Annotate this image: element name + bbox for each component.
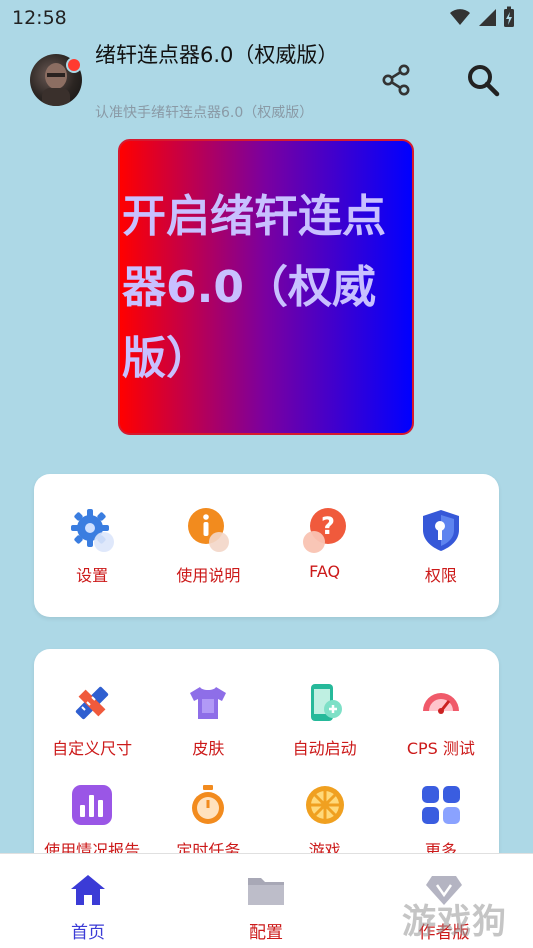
bottom-nav: 首页 配置 作者版 游戏狗 [0, 853, 533, 948]
instructions-label: 使用说明 [176, 566, 241, 585]
stopwatch-icon [192, 785, 225, 824]
status-bar: 12:58 [0, 0, 533, 36]
skin-item[interactable]: 皮肤 [150, 679, 266, 759]
quick-actions-card: 设置 使用说明 ? FAQ 权限 [34, 474, 499, 617]
tshirt-icon [190, 687, 227, 719]
app-subtitle: 认准快手绪轩连点器6.0（权威版） [95, 105, 314, 121]
custom-size-label: 自定义尺寸 [52, 739, 133, 758]
wifi-icon [450, 9, 470, 25]
ruler-pencil-icon [75, 686, 109, 720]
folder-icon [248, 878, 284, 905]
auto-start-item[interactable]: 自动启动 [267, 679, 383, 759]
wheel-icon [305, 786, 344, 824]
signal-icon [479, 9, 496, 26]
cps-test-label: CPS 测试 [406, 739, 475, 758]
gear-icon [71, 509, 115, 552]
cps-test-item[interactable]: CPS 测试 [383, 679, 499, 759]
start-clicker-button[interactable]: 开启绪轩连点器6.0（权威版） [118, 139, 414, 435]
skin-label: 皮肤 [192, 739, 225, 758]
grid-icon [421, 786, 460, 824]
bar-chart-icon [72, 785, 113, 825]
app-title: 绪轩连点器6.0（权威版） [95, 43, 339, 67]
nav-config[interactable]: 配置 [206, 854, 326, 948]
question-icon: ? [302, 508, 346, 553]
share-button[interactable] [376, 60, 416, 100]
more-item[interactable]: 更多 [383, 781, 499, 861]
nav-home[interactable]: 首页 [28, 854, 148, 948]
share-icon [382, 64, 410, 96]
game-item[interactable]: 游戏 [267, 781, 383, 861]
faq-label: FAQ [309, 562, 341, 581]
shield-key-icon [422, 510, 459, 551]
speedometer-icon [422, 693, 459, 714]
phone-link-icon [310, 684, 342, 721]
faq-item[interactable]: ? FAQ [267, 506, 383, 586]
permissions-item[interactable]: 权限 [383, 506, 499, 586]
nav-config-label: 配置 [249, 923, 283, 943]
permissions-label: 权限 [424, 566, 457, 585]
search-button[interactable] [463, 60, 503, 100]
battery-icon [504, 6, 514, 27]
app-header: 绪轩连点器6.0（权威版） 认准快手绪轩连点器6.0（权威版） [0, 40, 533, 130]
custom-size-item[interactable]: 自定义尺寸 [34, 679, 150, 759]
svg-text:?: ? [321, 512, 335, 540]
settings-item[interactable]: 设置 [34, 506, 150, 586]
nav-home-label: 首页 [71, 923, 105, 943]
status-icons [449, 6, 515, 28]
notification-dot [66, 57, 82, 73]
home-icon [71, 875, 105, 905]
features-card: 自定义尺寸 皮肤 自动启动 CPS 测试 使用情况报告 定时任务 游戏 更多 [34, 649, 499, 869]
instructions-item[interactable]: 使用说明 [150, 506, 266, 586]
info-icon [188, 508, 230, 552]
settings-label: 设置 [76, 566, 109, 585]
auto-start-label: 自动启动 [292, 739, 357, 758]
watermark-text: 游戏狗 [402, 902, 507, 942]
status-time: 12:58 [12, 7, 67, 29]
usage-report-item[interactable]: 使用情况报告 [34, 781, 150, 861]
search-icon [468, 65, 500, 97]
scheduled-task-item[interactable]: 定时任务 [150, 781, 266, 861]
start-clicker-label: 开启绪轩连点器6.0（权威版） [122, 190, 386, 384]
